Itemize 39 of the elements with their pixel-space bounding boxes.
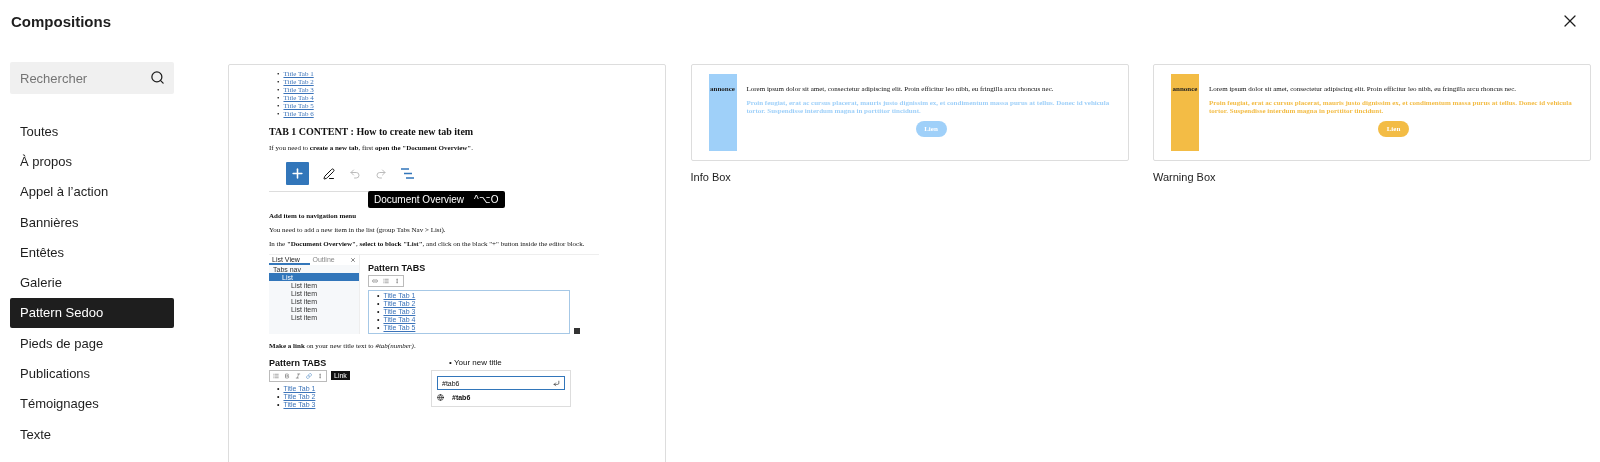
enter-icon[interactable] [553,379,560,387]
more-icon[interactable] [317,373,323,379]
list-view-icon[interactable] [401,168,414,179]
list-item: • Your new title [449,358,503,367]
preview-heading: TAB 1 CONTENT : How to create new tab item [269,126,475,137]
pen-icon[interactable] [323,167,335,180]
pattern-label: Warning Box [1153,171,1217,183]
category-item[interactable]: Toutes [10,116,174,147]
category-item[interactable]: Témoignages [10,388,174,419]
category-item[interactable]: Pieds de page [10,328,174,359]
search-field[interactable]: Rechercher [10,62,174,94]
link-icon[interactable] [306,373,312,379]
preview-heading: Pattern TABS [269,358,327,368]
add-block-button[interactable] [286,162,309,185]
more-icon[interactable] [394,278,400,284]
italic-icon[interactable] [295,373,301,379]
search-icon [150,70,165,85]
category-item[interactable]: Pattern Sedoo [10,297,174,329]
pattern-card[interactable] [228,64,666,462]
undo-icon[interactable] [349,167,361,180]
category-item[interactable]: Galerie [10,267,174,298]
category-item[interactable]: Appel à l’action [10,176,174,207]
redo-icon[interactable] [375,167,387,180]
globe-icon [437,394,444,401]
close-icon[interactable] [350,257,356,263]
preview-heading: Pattern TABS [368,263,426,273]
category-item[interactable]: Publications [10,358,174,389]
category-item[interactable]: À propos [10,146,174,177]
pattern-label: Info Box [690,171,732,183]
link-icon[interactable] [372,278,378,284]
plus-icon [290,166,305,181]
dialog-title: Compositions [11,12,111,30]
list-icon[interactable] [273,373,279,379]
category-item[interactable]: Texte [10,418,174,450]
bold-icon[interactable] [284,373,290,379]
tooltip: Document Overview ^⌥O [368,191,505,208]
category-item[interactable]: Bannières [10,206,174,238]
list-icon[interactable] [383,278,389,284]
category-item[interactable]: Entêtes [10,237,174,268]
